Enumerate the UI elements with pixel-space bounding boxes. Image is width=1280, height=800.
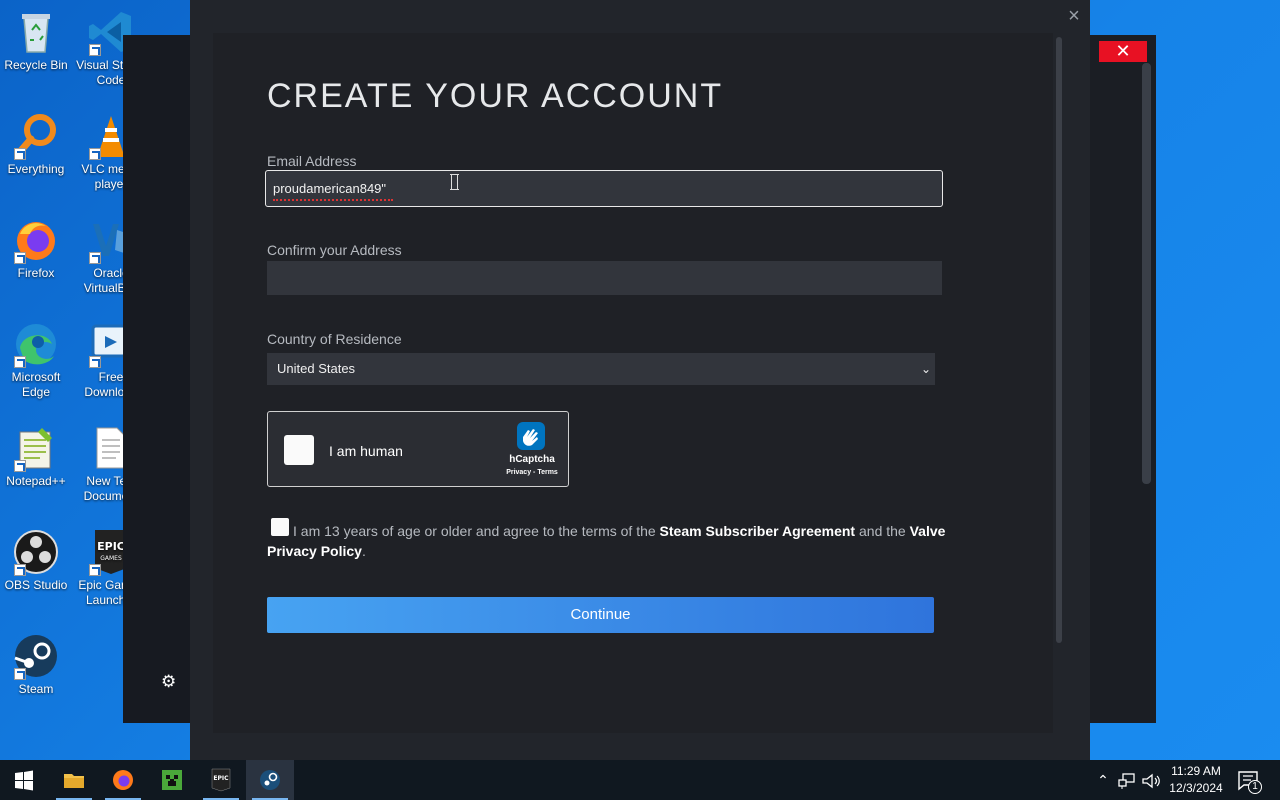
- captcha-checkbox[interactable]: [284, 435, 314, 465]
- hcaptcha-logo-icon: [514, 419, 548, 453]
- country-selected-value: United States: [277, 361, 356, 376]
- desktop-icon-firefox[interactable]: Firefox: [0, 216, 72, 281]
- taskbar-clock[interactable]: 11:29 AM 12/3/2024: [1160, 763, 1232, 797]
- dialog-close-button[interactable]: ×: [1063, 5, 1085, 27]
- clock-date: 12/3/2024: [1169, 781, 1223, 795]
- network-icon[interactable]: [1117, 760, 1137, 800]
- notification-count-badge: 1: [1248, 780, 1262, 794]
- captcha-label: I am human: [329, 443, 403, 459]
- steam-icon: [12, 632, 60, 680]
- taskbar-file-explorer[interactable]: [50, 760, 98, 800]
- desktop-icon-edge[interactable]: Microsoft Edge: [0, 320, 72, 400]
- volume-icon[interactable]: [1141, 760, 1161, 800]
- desktop-icon-label: Firefox: [17, 266, 55, 280]
- country-label: Country of Residence: [267, 331, 402, 347]
- subscriber-agreement-link[interactable]: Steam Subscriber Agreement: [660, 523, 856, 539]
- steam-icon: [260, 770, 280, 790]
- taskbar-epic-games[interactable]: EPIC: [197, 760, 245, 800]
- start-button[interactable]: [0, 760, 48, 800]
- agreement-prefix: I am 13 years of age or older and agree …: [293, 523, 660, 539]
- email-label: Email Address: [267, 153, 357, 169]
- everything-search-icon: [12, 112, 60, 160]
- spellcheck-underline: [273, 198, 393, 201]
- notepadpp-icon: [12, 424, 60, 472]
- windows-icon: [15, 770, 33, 791]
- desktop-icon-label: OBS Studio: [4, 578, 68, 592]
- agreement-middle: and the: [855, 523, 910, 539]
- confirm-email-field[interactable]: [267, 261, 942, 295]
- captcha-brand: hCaptcha: [509, 454, 555, 465]
- desktop-icon-steam[interactable]: Steam: [0, 632, 72, 697]
- firefox-icon: [12, 216, 60, 264]
- desktop-icon-label: Microsoft Edge: [11, 370, 61, 399]
- firefox-icon: [113, 770, 133, 790]
- steam-window-close-button[interactable]: ✕: [1099, 41, 1147, 62]
- agreement-text: I am 13 years of age or older and agree …: [267, 521, 947, 561]
- desktop-icon-obs[interactable]: OBS Studio: [0, 528, 72, 593]
- notification-center-button[interactable]: 1: [1236, 760, 1262, 800]
- svg-text:EPIC: EPIC: [213, 775, 229, 782]
- desktop-icon-label: Notepad++: [6, 474, 66, 488]
- settings-gear-icon[interactable]: ⚙: [161, 673, 179, 691]
- svg-text:EPIC: EPIC: [97, 540, 125, 553]
- desktop-icon-everything[interactable]: Everything: [0, 112, 72, 177]
- hcaptcha-widget: I am human hCaptcha Privacy - Terms: [267, 411, 569, 487]
- desktop-icon-label: Recycle Bin: [4, 58, 68, 72]
- close-icon: ×: [1068, 5, 1080, 27]
- taskbar-firefox[interactable]: [99, 760, 147, 800]
- epic-games-icon: EPIC: [211, 768, 231, 792]
- country-select[interactable]: United States ⌄: [267, 353, 935, 385]
- edge-icon: [12, 320, 60, 368]
- svg-text:GAMES: GAMES: [100, 555, 122, 562]
- captcha-privacy-terms-link[interactable]: Privacy - Terms: [494, 469, 570, 476]
- recycle-bin-icon: [12, 8, 60, 56]
- continue-button[interactable]: Continue: [267, 597, 934, 633]
- clock-time: 11:29 AM: [1171, 764, 1221, 778]
- show-hidden-icons-chevron-up-icon[interactable]: ⌃: [1094, 760, 1112, 800]
- close-icon: ✕: [1115, 41, 1131, 61]
- agreement-suffix: .: [361, 543, 366, 559]
- folder-icon: [64, 774, 84, 788]
- minecraft-icon: [162, 770, 182, 790]
- taskbar-minecraft[interactable]: [148, 760, 196, 800]
- desktop-icon-recycle-bin[interactable]: Recycle Bin: [0, 8, 72, 73]
- taskbar-steam[interactable]: [246, 760, 294, 800]
- desktop-icon-label: Everything: [7, 162, 65, 176]
- text-cursor-icon: [450, 174, 459, 190]
- desktop-icon-label: Steam: [18, 682, 54, 696]
- page-title: CREATE YOUR ACCOUNT: [267, 77, 724, 115]
- steam-window-scrollbar[interactable]: [1142, 63, 1151, 484]
- email-value: proudamerican849": [273, 181, 387, 196]
- obs-studio-icon: [12, 528, 60, 576]
- desktop-icon-notepadpp[interactable]: Notepad++: [0, 424, 72, 489]
- confirm-email-label: Confirm your Address: [267, 242, 402, 258]
- taskbar: EPIC: [0, 760, 1280, 800]
- chevron-down-icon: ⌄: [920, 362, 931, 376]
- dialog-scrollbar[interactable]: [1056, 37, 1062, 643]
